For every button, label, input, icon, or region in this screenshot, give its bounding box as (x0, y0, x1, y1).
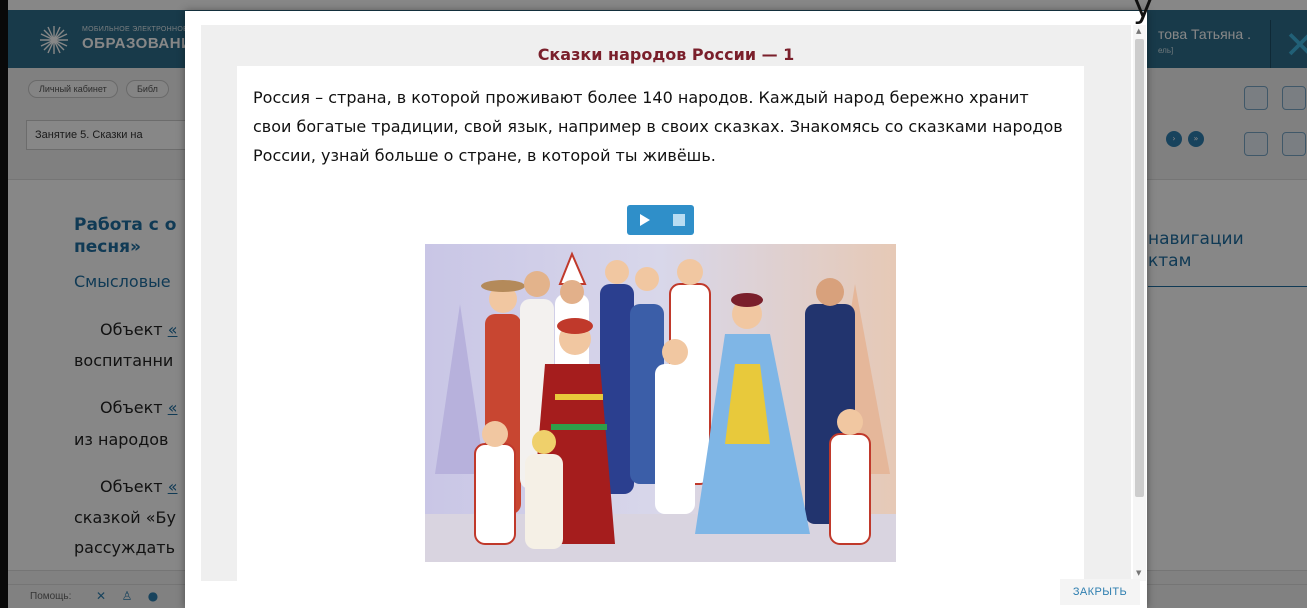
close-button[interactable]: ЗАКРЫТЬ (1060, 579, 1140, 605)
dialog-title: Сказки народов России — 1 (537, 45, 795, 64)
scroll-down-icon[interactable]: ▼ (1136, 569, 1141, 577)
audio-player (627, 205, 694, 235)
play-icon[interactable] (627, 205, 661, 235)
dialog-card: Россия – страна, в которой проживают бол… (237, 66, 1084, 581)
scroll-up-icon[interactable]: ▲ (1136, 27, 1141, 35)
intro-text: Россия – страна, в которой проживают бол… (253, 88, 1063, 165)
dialog-body: Сказки народов России — 1 Россия – стран… (201, 25, 1131, 581)
peoples-illustration (425, 244, 896, 562)
stop-icon[interactable] (665, 205, 694, 235)
scrollbar-thumb[interactable] (1135, 39, 1144, 497)
fairy-tales-dialog: Сказки народов России — 1 Россия – стран… (185, 11, 1147, 608)
stray-glyph: у (1133, 0, 1154, 26)
dialog-scrollbar[interactable]: ▲ ▼ (1133, 25, 1146, 581)
